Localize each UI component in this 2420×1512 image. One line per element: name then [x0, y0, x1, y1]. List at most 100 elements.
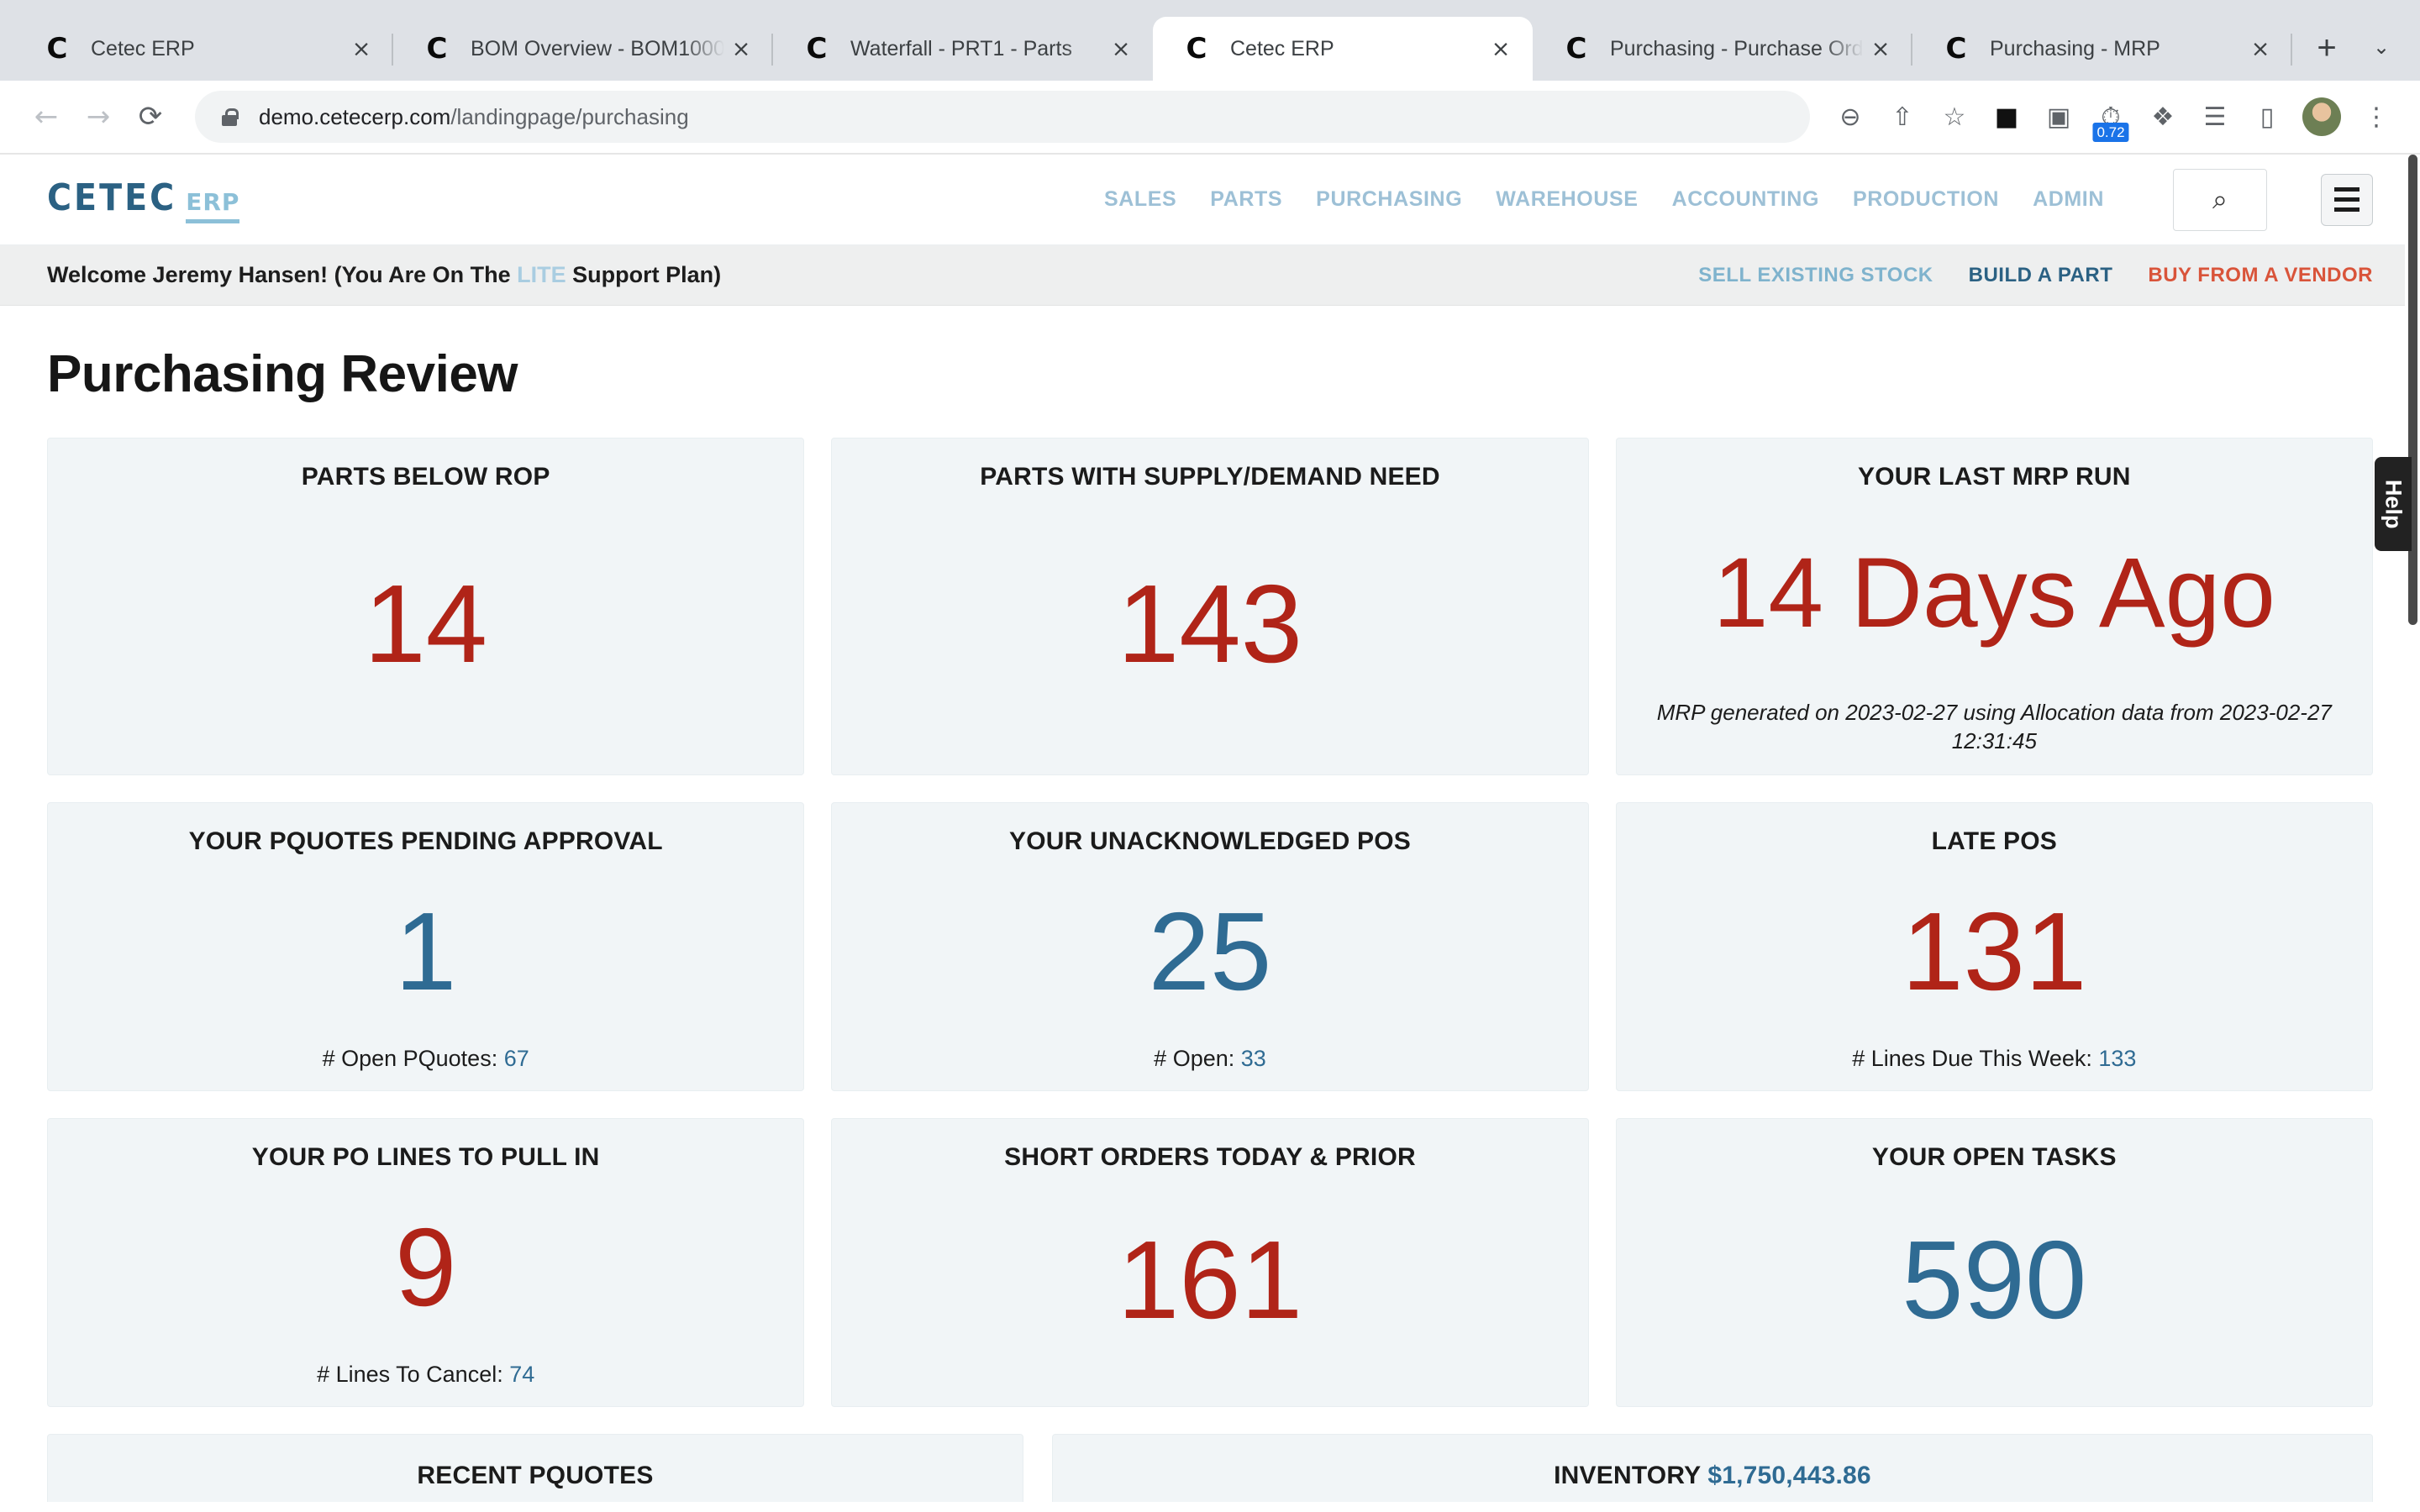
welcome-bar: Welcome Jeremy Hansen! (You Are On The L…	[0, 245, 2420, 306]
color-picker-extension-icon[interactable]: ■	[1983, 93, 2030, 140]
buy-from-a-vendor-link[interactable]: BUY FROM A VENDOR	[2148, 264, 2373, 287]
close-icon[interactable]: ×	[1104, 32, 1138, 66]
recent-pquotes-panel[interactable]: RECENT PQUOTES	[47, 1434, 1023, 1502]
metric-card-po-lines-to-pull-in[interactable]: YOUR PO LINES TO PULL IN 9 # Lines To Ca…	[47, 1118, 804, 1407]
welcome-suffix: Support Plan)	[566, 262, 722, 287]
tab-title: Cetec ERP	[91, 37, 345, 61]
inventory-label: INVENTORY	[1554, 1462, 1707, 1489]
card-value: 9	[395, 1212, 456, 1323]
burger-line	[2334, 207, 2360, 212]
inventory-panel[interactable]: INVENTORY $1,750,443.86	[1052, 1434, 2373, 1502]
logo-secondary-text: ERP	[186, 188, 239, 223]
browser-tab[interactable]: C Purchasing - MRP ×	[1912, 17, 2292, 81]
nav-item-sales[interactable]: SALES	[1104, 187, 1176, 212]
card-body: 143	[852, 492, 1567, 756]
cetec-c-icon: C	[802, 34, 832, 64]
close-icon[interactable]: ×	[345, 32, 378, 66]
new-tab-button[interactable]: +	[2302, 24, 2351, 72]
sell-existing-stock-link[interactable]: SELL EXISTING STOCK	[1698, 264, 1933, 287]
address-bar[interactable]: demo.cetecerp.com/landingpage/purchasing	[195, 91, 1810, 143]
metric-card-late-pos[interactable]: LATE POS 131 # Lines Due This Week: 133	[1616, 802, 2373, 1091]
cetec-erp-logo[interactable]: CETEC ERP	[47, 176, 239, 223]
bookmark-star-icon[interactable]: ☆	[1931, 93, 1978, 140]
profile-avatar[interactable]	[2302, 97, 2341, 136]
help-tab-button[interactable]: Help	[2375, 457, 2412, 551]
browser-tab[interactable]: C Waterfall - PRT1 - Parts ×	[773, 17, 1153, 81]
card-title: LATE POS	[1932, 827, 2057, 857]
metric-card-unacknowledged-pos[interactable]: YOUR UNACKNOWLEDGED POS 25 # Open: 33	[831, 802, 1588, 1091]
panel-title: RECENT PQUOTES	[48, 1462, 1023, 1490]
card-note-value[interactable]: 67	[504, 1046, 529, 1071]
help-tab-label: Help	[2381, 480, 2407, 529]
welcome-message: Welcome Jeremy Hansen! (You Are On The L…	[47, 262, 721, 288]
browser-tab[interactable]: C Purchasing - Purchase Order ×	[1533, 17, 1912, 81]
card-body: 9	[68, 1173, 783, 1362]
share-icon[interactable]: ⇧	[1879, 93, 1926, 140]
browser-menu-icon[interactable]: ⋮	[2353, 93, 2400, 140]
page-scrollbar[interactable]	[2405, 155, 2420, 1502]
logo-primary-text: CETEC	[47, 176, 176, 219]
tab-search-chevron-down-icon[interactable]: ⌄	[2360, 25, 2403, 69]
hamburger-menu-icon[interactable]	[2321, 174, 2373, 226]
card-value: 14 Days Ago	[1713, 543, 2275, 643]
card-note-label: # Lines Due This Week:	[1852, 1046, 2098, 1071]
browser-tab[interactable]: C Cetec ERP ×	[13, 17, 393, 81]
tab-title: Waterfall - PRT1 - Parts	[850, 37, 1104, 61]
metric-card-parts-below-rop[interactable]: PARTS BELOW ROP 14	[47, 438, 804, 775]
panel-title: INVENTORY $1,750,443.86	[1053, 1462, 2372, 1490]
scrollbar-thumb[interactable]	[2408, 155, 2417, 625]
forward-arrow-icon[interactable]: →	[72, 91, 124, 143]
metric-card-last-mrp-run[interactable]: YOUR LAST MRP RUN 14 Days Ago MRP genera…	[1616, 438, 2373, 775]
zoom-out-icon[interactable]: ⊖	[1827, 93, 1874, 140]
card-value: 590	[1902, 1225, 2086, 1336]
inventory-amount: $1,750,443.86	[1707, 1462, 1870, 1489]
metric-card-supply-demand-need[interactable]: PARTS WITH SUPPLY/DEMAND NEED 143	[831, 438, 1588, 775]
close-icon[interactable]: ×	[724, 32, 758, 66]
card-note-value[interactable]: 33	[1241, 1046, 1266, 1071]
browser-tab[interactable]: C BOM Overview - BOM1000 ×	[393, 17, 773, 81]
card-value: 161	[1118, 1225, 1302, 1336]
media-playlist-icon[interactable]: ☰	[2191, 93, 2238, 140]
device-toolbar-icon[interactable]: ▯	[2244, 93, 2291, 140]
nav-item-parts[interactable]: PARTS	[1210, 187, 1282, 212]
cetec-c-icon: C	[1561, 34, 1591, 64]
back-arrow-icon[interactable]: ←	[20, 91, 72, 143]
nav-item-purchasing[interactable]: PURCHASING	[1316, 187, 1462, 212]
card-title: YOUR PO LINES TO PULL IN	[252, 1142, 600, 1173]
nav-item-warehouse[interactable]: WAREHOUSE	[1496, 187, 1638, 212]
card-note-value[interactable]: 133	[2098, 1046, 2136, 1071]
search-icon: ⌕	[2212, 183, 2228, 216]
build-a-part-link[interactable]: BUILD A PART	[1969, 264, 2113, 287]
search-button[interactable]: ⌕	[2173, 169, 2267, 231]
card-value: 143	[1118, 569, 1302, 680]
speed-badge: 0.72	[2092, 123, 2128, 142]
close-icon[interactable]: ×	[2244, 32, 2277, 66]
close-icon[interactable]: ×	[1864, 32, 1897, 66]
nav-item-accounting[interactable]: ACCOUNTING	[1672, 187, 1819, 212]
close-icon[interactable]: ×	[1484, 32, 1518, 66]
reload-icon[interactable]: ⟳	[124, 91, 176, 143]
card-body: 14 Days Ago	[1637, 492, 2352, 694]
browser-toolbar: ← → ⟳ demo.cetecerp.com/landingpage/purc…	[0, 81, 2420, 155]
card-value: 25	[1149, 896, 1272, 1007]
url-path: /landingpage/purchasing	[450, 104, 688, 129]
metric-card-pquotes-pending-approval[interactable]: YOUR PQUOTES PENDING APPROVAL 1 # Open P…	[47, 802, 804, 1091]
card-title: PARTS BELOW ROP	[302, 462, 550, 492]
cetec-c-icon: C	[1941, 34, 1971, 64]
extensions-puzzle-icon[interactable]: ❖	[2139, 93, 2186, 140]
browser-tab-active[interactable]: C Cetec ERP ×	[1153, 17, 1533, 81]
burger-line	[2334, 197, 2360, 202]
nav-item-admin[interactable]: ADMIN	[2033, 187, 2104, 212]
card-title: YOUR LAST MRP RUN	[1858, 462, 2131, 492]
card-note: # Lines Due This Week: 133	[1852, 1046, 2136, 1072]
card-body: 131	[1637, 857, 2352, 1046]
metric-card-open-tasks[interactable]: YOUR OPEN TASKS 590	[1616, 1118, 2373, 1407]
tab-title: Purchasing - MRP	[1990, 37, 2244, 61]
card-body: 590	[1637, 1173, 2352, 1388]
bottom-panel-grid: RECENT PQUOTES INVENTORY $1,750,443.86	[47, 1434, 2373, 1502]
metric-card-short-orders-today-and-prior[interactable]: SHORT ORDERS TODAY & PRIOR 161	[831, 1118, 1588, 1407]
image-extension-icon[interactable]: ▣	[2035, 93, 2082, 140]
speed-timer-extension-icon[interactable]: ⏱ 0.72	[2087, 93, 2134, 140]
card-note-value[interactable]: 74	[509, 1362, 534, 1387]
nav-item-production[interactable]: PRODUCTION	[1853, 187, 1999, 212]
